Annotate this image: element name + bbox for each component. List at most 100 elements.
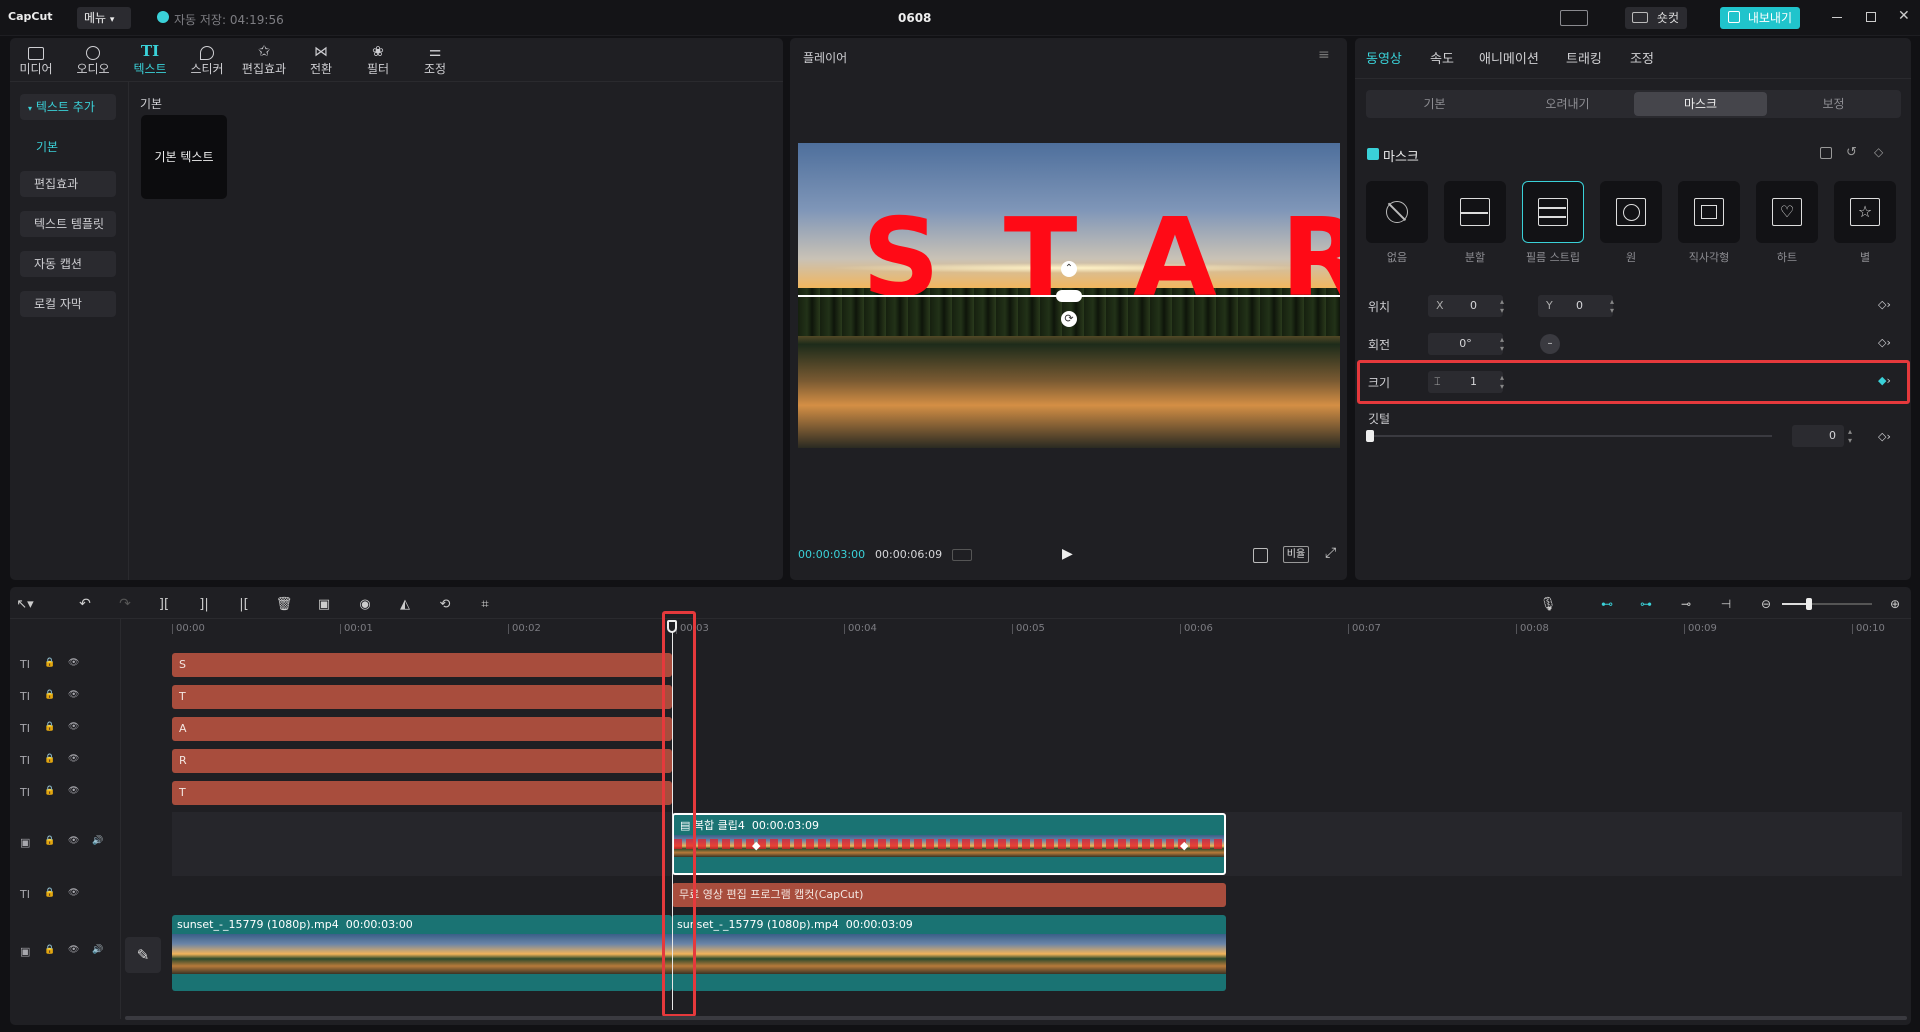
audio-icon[interactable]: 🔊 [92,945,103,955]
feather-stepper[interactable]: ▴ ▾ [1848,427,1852,445]
mask-shape-circle[interactable] [1600,181,1662,243]
mask-shape-filmstrip[interactable] [1522,181,1584,243]
text-clip-r[interactable]: R [172,749,672,773]
zoom-in-icon[interactable]: ⊕ [1884,594,1906,614]
split-clip-icon[interactable]: ][ [153,594,175,614]
sidebar-item-basic[interactable]: 기본 [36,138,58,155]
subtab-cutout[interactable]: 오려내기 [1501,92,1634,116]
redo-icon[interactable]: ↷ [114,594,136,614]
tab-transition[interactable]: ⋈ 전환 [295,40,347,82]
tab-speed[interactable]: 속도 [1430,48,1454,67]
rotation-field[interactable]: 0° [1428,333,1503,355]
play-icon[interactable]: ▶ [1062,546,1073,562]
feather-field[interactable]: 0 [1792,425,1844,447]
text-clip-t1[interactable]: T [172,685,672,709]
eye-icon[interactable]: 👁 [68,690,79,700]
eye-icon[interactable]: 👁 [68,658,79,668]
feather-slider-thumb[interactable] [1366,430,1374,442]
feather-slider-track[interactable] [1370,435,1772,437]
select-tool-icon[interactable]: ↖▾ [14,594,36,614]
mask-shape-star[interactable]: ☆ [1834,181,1896,243]
trim-right-icon[interactable]: |[ [233,594,255,614]
mask-shape-none[interactable] [1366,181,1428,243]
mask-feather-handle[interactable]: ⌃ [1061,261,1077,277]
eye-icon[interactable]: 👁 [68,945,79,955]
tab-tracking[interactable]: 트래킹 [1566,48,1602,67]
delete-icon[interactable]: 🗑 [273,594,295,614]
sidebar-item-effects[interactable]: 편집효과 [20,171,116,197]
ratio-button[interactable]: 비율 [1283,546,1309,563]
rotation-keyframe-icon[interactable]: ◇› [1878,336,1891,349]
subtab-retouch[interactable]: 보정 [1767,92,1900,116]
eye-icon[interactable]: 👁 [68,754,79,764]
subtab-basic[interactable]: 기본 [1368,92,1501,116]
menu-button[interactable]: 메뉴 ▾ [77,7,131,29]
video-clip-1[interactable]: sunset_-_15779 (1080p).mp4 00:00:03:00 [172,915,672,991]
text-clip-s[interactable]: S [172,653,672,677]
subtitle-clip[interactable]: 무료 영상 편집 프로그램 캡컷(CapCut) [672,883,1226,907]
rotation-dial[interactable]: – [1540,334,1560,354]
rotate-icon[interactable]: ⟳ [1061,311,1077,327]
x-stepper[interactable]: ▴ ▾ [1500,297,1504,315]
sidebar-item-local-subtitle[interactable]: 로컬 자막 [20,291,116,317]
eye-icon[interactable]: 👁 [68,722,79,732]
link-icon[interactable]: ⊶ [1635,594,1657,614]
tab-animation[interactable]: 애니메이션 [1479,48,1539,67]
size-stepper[interactable]: ▴ ▾ [1500,373,1504,391]
freeze-icon[interactable]: ▣ [313,594,335,614]
chain-icon[interactable]: ⊸ [1675,594,1697,614]
timeline-scrollbar[interactable] [125,1016,1907,1020]
restore-icon[interactable] [1866,12,1876,22]
default-text-card[interactable]: 기본 텍스트 [141,115,227,199]
align-icon[interactable]: ⊣ [1715,594,1737,614]
close-icon[interactable]: ✕ [1898,8,1910,24]
audio-icon[interactable]: 🔊 [92,836,103,846]
expand-icon[interactable]: ⤢ [1325,545,1336,561]
undo-icon[interactable]: ↶ [74,594,96,614]
sidebar-item-auto-caption[interactable]: 자동 캡션 [20,251,116,277]
invert-icon[interactable] [1820,147,1832,159]
y-stepper[interactable]: ▴ ▾ [1610,297,1614,315]
eye-icon[interactable]: 👁 [68,786,79,796]
microphone-icon[interactable]: 🎙 [1537,594,1559,614]
fullscreen-capture-icon[interactable] [1253,548,1268,563]
crop-icon[interactable]: ⌗ [474,594,496,614]
mask-move-handle[interactable] [1056,290,1082,302]
keyframe-marker[interactable]: ◆ [1180,839,1188,852]
tab-media[interactable]: 미디어 [10,40,62,82]
mask-shape-heart[interactable]: ♡ [1756,181,1818,243]
text-clip-a[interactable]: A [172,717,672,741]
reverse-icon[interactable]: ◉ [354,594,376,614]
tab-adjust[interactable]: ⚌ 조정 [409,40,461,82]
tab-effects[interactable]: ✩ 편집효과 [238,40,290,82]
size-keyframe-icon[interactable]: ◆› [1878,374,1891,387]
lock-icon[interactable]: 🔒 [44,722,55,732]
video-preview[interactable]: START ⌃ ⟳ [798,143,1340,448]
trim-left-icon[interactable]: ]| [193,594,215,614]
zoom-slider-thumb[interactable] [1806,598,1812,610]
position-x-field[interactable]: X0 [1428,295,1503,317]
mask-checkbox[interactable] [1367,148,1379,160]
menu-icon[interactable]: ≡ [1318,47,1330,63]
waveform-icon[interactable] [952,549,972,561]
position-y-field[interactable]: Y0 [1538,295,1613,317]
eye-icon[interactable]: 👁 [68,836,79,846]
sidebar-item-templates[interactable]: 텍스트 템플릿 [20,211,116,237]
mask-shape-rectangle[interactable] [1678,181,1740,243]
lock-icon[interactable]: 🔒 [44,658,55,668]
tab-text[interactable]: TI 텍스트 [124,40,176,82]
text-clip-t2[interactable]: T [172,781,672,805]
tab-adjust-props[interactable]: 조정 [1630,48,1654,67]
zoom-out-icon[interactable]: ⊖ [1755,594,1777,614]
tab-video[interactable]: 동영상 [1366,48,1402,67]
layout-icon[interactable] [1560,10,1588,26]
rotate-clip-icon[interactable]: ⟲ [434,594,456,614]
size-field[interactable]: ⌶ 1 [1428,371,1503,393]
sidebar-item-add-text[interactable]: ▾ 텍스트 추가 [20,94,116,120]
subtab-mask[interactable]: 마스크 [1634,92,1767,116]
keyframe-icon[interactable]: ◇ [1874,145,1883,159]
lock-icon[interactable]: 🔒 [44,836,55,846]
reset-icon[interactable]: ↺ [1846,145,1857,160]
cover-edit-icon[interactable]: ✎ [125,937,161,973]
tab-sticker[interactable]: 스티커 [181,40,233,82]
